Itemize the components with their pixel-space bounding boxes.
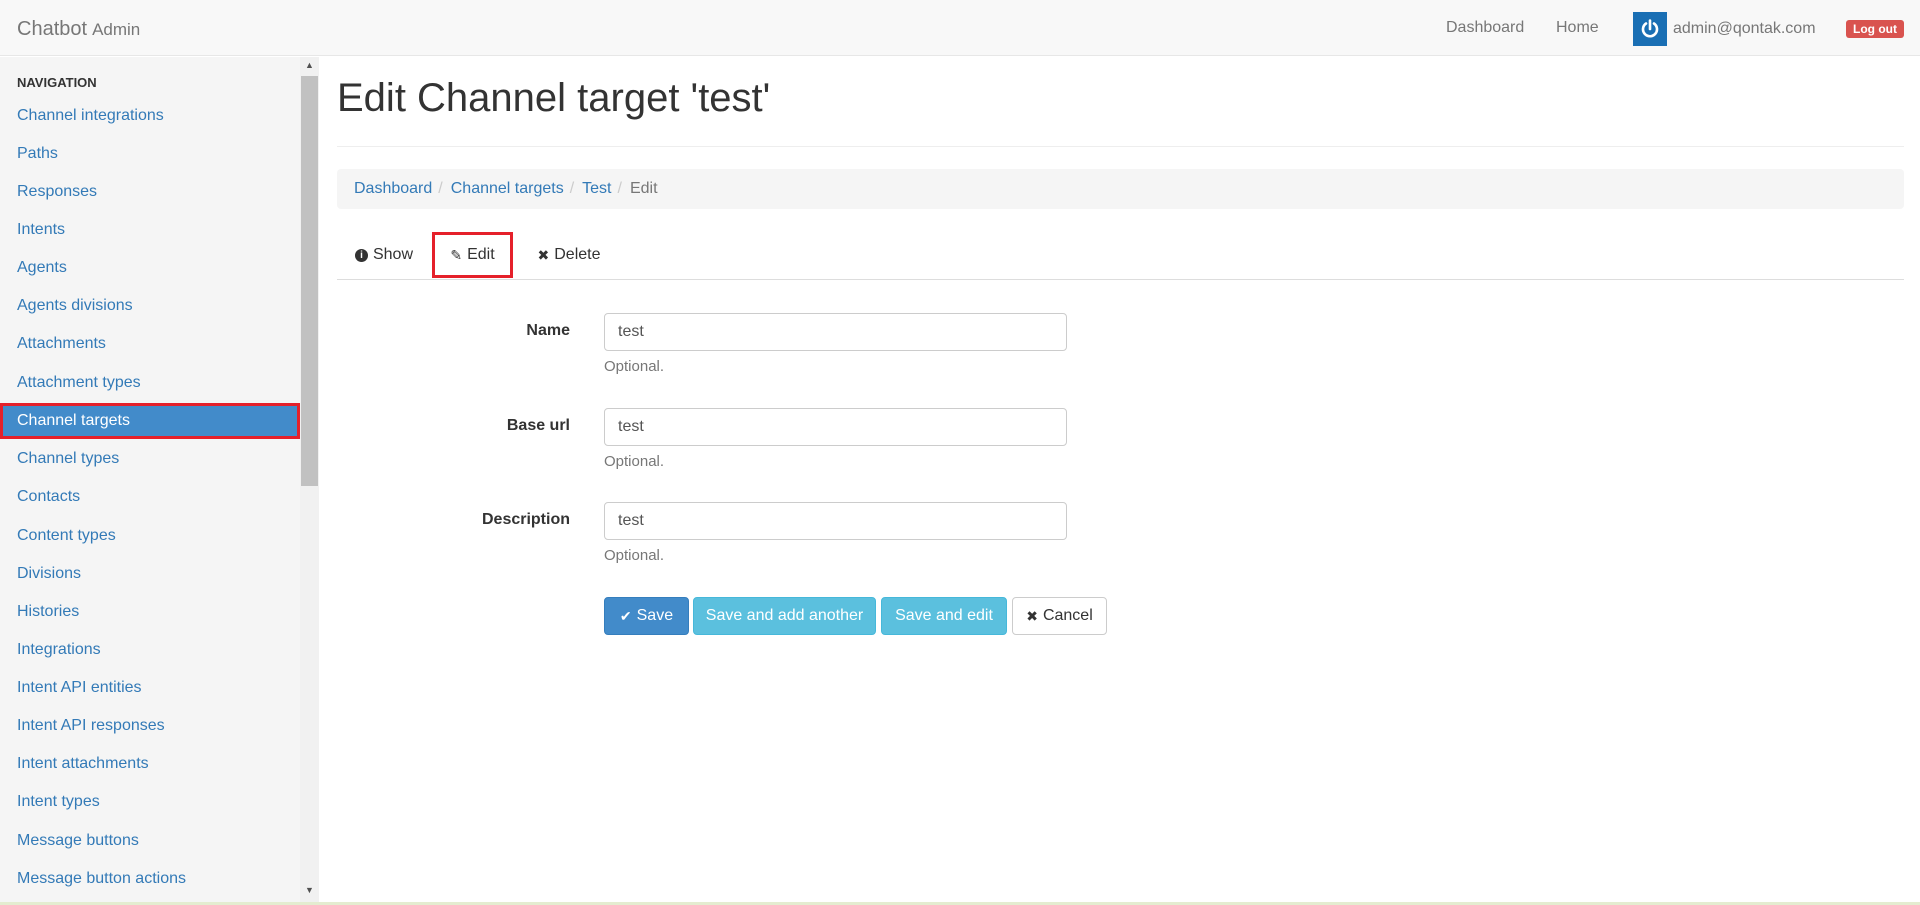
save-button[interactable]: ✔ Save: [604, 597, 689, 635]
action-tabs: i Show ✎ Edit ✖ Delete: [337, 232, 1904, 280]
tab-edit-label: Edit: [467, 246, 495, 263]
sidebar-item-intents[interactable]: Intents: [0, 212, 300, 248]
scrollbar-thumb[interactable]: [301, 76, 318, 486]
check-icon: ✔: [619, 607, 632, 624]
nav-link-home[interactable]: Home: [1556, 19, 1599, 37]
tab-show-label: Show: [372, 246, 414, 263]
sidebar-item-intent-attachments[interactable]: Intent attachments: [0, 746, 300, 782]
sidebar-item-histories[interactable]: Histories: [0, 594, 300, 630]
title-divider: [337, 146, 1904, 147]
save-and-edit-button[interactable]: Save and edit: [881, 597, 1007, 635]
pencil-icon: ✎: [450, 247, 463, 263]
sidebar-item-agents[interactable]: Agents: [0, 250, 300, 286]
breadcrumb-separator: /: [569, 180, 575, 197]
scroll-up-icon[interactable]: ▲: [300, 57, 319, 74]
sidebar-item-integrations[interactable]: Integrations: [0, 632, 300, 668]
breadcrumb-current: Edit: [629, 180, 658, 197]
nav-link-dashboard[interactable]: Dashboard: [1446, 19, 1524, 37]
breadcrumb-channel-targets[interactable]: Channel targets: [451, 180, 564, 197]
description-label: Description: [481, 511, 570, 528]
description-help-text: Optional.: [604, 547, 665, 564]
sidebar-item-message-buttons[interactable]: Message buttons: [0, 823, 300, 859]
sidebar-item-channel-types[interactable]: Channel types: [0, 441, 300, 477]
base-url-help-text: Optional.: [604, 453, 665, 470]
times-icon: ✖: [537, 247, 550, 263]
breadcrumb-separator: /: [617, 180, 622, 197]
sidebar-item-paths[interactable]: Paths: [0, 136, 300, 172]
sidebar-item-intent-api-entities[interactable]: Intent API entities: [0, 670, 300, 706]
sidebar-item-intent-types[interactable]: Intent types: [0, 784, 300, 820]
brand-subtitle[interactable]: Admin: [92, 20, 140, 39]
cancel-button-label: Cancel: [1042, 607, 1093, 624]
sidebar-item-divisions[interactable]: Divisions: [0, 556, 300, 592]
cancel-button[interactable]: ✖ Cancel: [1012, 597, 1107, 635]
power-icon: [1633, 12, 1667, 46]
user-menu[interactable]: admin@qontak.com: [1633, 12, 1816, 46]
save-button-label: Save: [636, 607, 674, 624]
scroll-down-icon[interactable]: ▼: [300, 882, 319, 899]
sidebar-item-contacts[interactable]: Contacts: [0, 479, 300, 515]
tab-edit[interactable]: ✎ Edit: [432, 232, 513, 278]
user-email[interactable]: admin@qontak.com: [1673, 20, 1816, 38]
breadcrumb-separator: /: [438, 180, 443, 197]
breadcrumb: Dashboard / Channel targets / Test / Edit: [337, 169, 1904, 209]
sidebar: NAVIGATION Channel integrations Paths Re…: [0, 57, 300, 905]
sidebar-item-attachment-types[interactable]: Attachment types: [0, 365, 300, 401]
save-and-add-another-button[interactable]: Save and add another: [693, 597, 876, 635]
brand-title[interactable]: Chatbot: [17, 18, 87, 40]
sidebar-item-channel-integrations[interactable]: Channel integrations: [0, 98, 300, 134]
description-field[interactable]: [604, 502, 1067, 540]
breadcrumb-test[interactable]: Test: [582, 180, 611, 197]
page-title: Edit Channel target 'test': [337, 76, 771, 120]
sidebar-item-responses[interactable]: Responses: [0, 174, 300, 210]
sidebar-item-agents-divisions[interactable]: Agents divisions: [0, 288, 300, 324]
times-icon: ✖: [1026, 607, 1038, 624]
base-url-field[interactable]: [604, 408, 1067, 446]
top-navbar: Chatbot Admin Dashboard Home admin@qontak…: [0, 0, 1920, 56]
sidebar-item-channel-targets[interactable]: Channel targets: [0, 403, 300, 439]
brand[interactable]: Chatbot Admin: [17, 18, 140, 41]
tab-delete[interactable]: ✖ Delete: [521, 232, 617, 278]
tab-delete-label: Delete: [554, 246, 601, 263]
sidebar-item-attachments[interactable]: Attachments: [0, 326, 300, 362]
name-label: Name: [526, 322, 570, 339]
name-field[interactable]: [604, 313, 1067, 351]
sidebar-scrollbar[interactable]: ▲ ▼: [300, 57, 319, 905]
logout-button[interactable]: Log out: [1846, 20, 1904, 38]
info-circle-icon: i: [354, 248, 368, 262]
breadcrumb-dashboard[interactable]: Dashboard: [354, 180, 432, 197]
name-help-text: Optional.: [604, 358, 665, 375]
sidebar-item-content-types[interactable]: Content types: [0, 518, 300, 554]
base-url-label: Base url: [506, 417, 570, 434]
tab-show[interactable]: i Show: [337, 232, 431, 278]
sidebar-item-message-button-actions[interactable]: Message button actions: [0, 861, 300, 897]
sidebar-item-intent-api-responses[interactable]: Intent API responses: [0, 708, 300, 744]
nav-heading: NAVIGATION: [17, 75, 97, 90]
